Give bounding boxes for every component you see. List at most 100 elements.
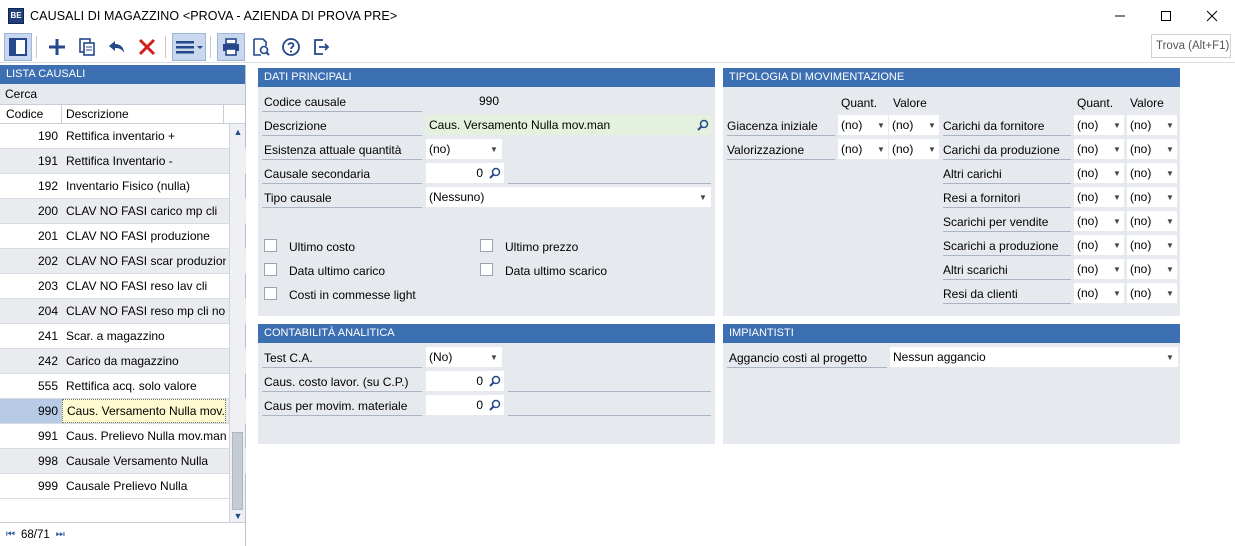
column-header-code[interactable]: Codice — [0, 105, 62, 123]
print-preview-button[interactable] — [247, 33, 275, 61]
find-input[interactable]: Trova (Alt+F1) — [1151, 34, 1231, 58]
quant-select[interactable]: (no) — [838, 139, 874, 159]
chevron-down-icon[interactable]: ▼ — [1110, 139, 1124, 159]
table-row[interactable]: 200 CLAV NO FASI carico mp cli — [0, 199, 246, 224]
descrizione-lookup-button[interactable] — [694, 115, 712, 135]
chevron-down-icon[interactable]: ▼ — [1110, 235, 1124, 255]
chevron-down-icon[interactable]: ▼ — [1163, 211, 1177, 231]
chevron-down-icon[interactable]: ▼ — [1110, 115, 1124, 135]
aggancio-select[interactable]: Nessun aggancio — [890, 347, 1162, 367]
chevron-down-icon[interactable]: ▼ — [1163, 115, 1177, 135]
chevron-down-icon[interactable]: ▼ — [925, 115, 939, 135]
minimize-button[interactable] — [1097, 0, 1143, 31]
chevron-down-icon[interactable]: ▼ — [1110, 187, 1124, 207]
valore-select[interactable]: (no) — [1127, 283, 1163, 303]
chevron-down-icon[interactable]: ▼ — [1163, 235, 1177, 255]
menu-button[interactable] — [172, 32, 206, 61]
chevron-down-icon[interactable]: ▼ — [1163, 283, 1177, 303]
chevron-down-icon[interactable]: ▼ — [874, 139, 888, 159]
chevron-down-icon[interactable]: ▼ — [1110, 211, 1124, 231]
chevron-down-icon[interactable]: ▼ — [1162, 347, 1178, 367]
table-row[interactable]: 555 Rettifica acq. solo valore — [0, 374, 246, 399]
table-row[interactable]: 203 CLAV NO FASI reso lav cli — [0, 274, 246, 299]
chevron-down-icon[interactable]: ▼ — [1110, 283, 1124, 303]
table-row[interactable]: 991 Caus. Prelievo Nulla mov.man — [0, 424, 246, 449]
quant-select[interactable]: (no) — [1074, 163, 1110, 183]
data-ultimo-scarico-checkbox[interactable] — [480, 263, 493, 276]
table-row[interactable]: 999 Causale Prelievo Nulla — [0, 474, 246, 499]
caus-movim-field[interactable]: 0 — [426, 395, 486, 415]
quant-select[interactable]: (no) — [1074, 259, 1110, 279]
table-row[interactable]: 990 Caus. Versamento Nulla mov.... — [0, 399, 246, 424]
valore-select[interactable]: (no) — [889, 115, 925, 135]
ultimo-costo-checkbox[interactable] — [264, 239, 277, 252]
valore-select[interactable]: (no) — [1127, 115, 1163, 135]
table-row[interactable]: 202 CLAV NO FASI scar produzione — [0, 249, 246, 274]
ultimo-prezzo-checkbox[interactable] — [480, 239, 493, 252]
chevron-down-icon[interactable]: ▼ — [1163, 139, 1177, 159]
causale-secondaria-lookup-button[interactable] — [486, 163, 504, 183]
table-row[interactable]: 201 CLAV NO FASI produzione — [0, 224, 246, 249]
valore-select[interactable]: (no) — [1127, 139, 1163, 159]
valore-select[interactable]: (no) — [1127, 163, 1163, 183]
caus-movim-lookup-button[interactable] — [486, 395, 504, 415]
valore-select[interactable]: (no) — [889, 139, 925, 159]
table-row[interactable]: 191 Rettifica Inventario - — [0, 149, 246, 174]
table-row[interactable]: 192 Inventario Fisico (nulla) — [0, 174, 246, 199]
chevron-down-icon[interactable]: ▼ — [1163, 163, 1177, 183]
quant-select[interactable]: (no) — [1074, 187, 1110, 207]
maximize-button[interactable] — [1143, 0, 1189, 31]
data-ultimo-carico-checkbox[interactable] — [264, 263, 277, 276]
caus-costo-lookup-button[interactable] — [486, 371, 504, 391]
close-window-button[interactable] — [1189, 0, 1235, 31]
scroll-up-arrow[interactable]: ▲ — [230, 124, 246, 140]
last-page-icon[interactable]: ⏭ — [56, 529, 65, 540]
duplicate-button[interactable] — [73, 33, 101, 61]
minimize-icon — [1115, 15, 1125, 16]
caus-costo-field[interactable]: 0 — [426, 371, 486, 391]
quant-select[interactable]: (no) — [1074, 139, 1110, 159]
row-description: Rettifica Inventario - — [66, 154, 173, 168]
toggle-list-button[interactable] — [4, 32, 32, 61]
scroll-thumb[interactable] — [232, 432, 243, 510]
list-scrollbar[interactable]: ▲ ▼ — [229, 124, 245, 524]
quant-select[interactable]: (no) — [1074, 115, 1110, 135]
table-row[interactable]: 241 Scar. a magazzino — [0, 324, 246, 349]
causale-secondaria-field[interactable]: 0 — [426, 163, 486, 183]
column-header-description[interactable]: Descrizione — [62, 105, 224, 123]
valore-select[interactable]: (no) — [1127, 187, 1163, 207]
chevron-down-icon[interactable]: ▼ — [925, 139, 939, 159]
quant-select[interactable]: (no) — [1074, 283, 1110, 303]
search-row[interactable]: Cerca — [0, 84, 245, 104]
exit-button[interactable] — [307, 33, 335, 61]
chevron-down-icon[interactable]: ▼ — [486, 347, 502, 367]
descrizione-field[interactable]: Caus. Versamento Nulla mov.man — [426, 115, 694, 135]
table-row[interactable]: 242 Carico da magazzino — [0, 349, 246, 374]
table-row[interactable]: 190 Rettifica inventario + — [0, 124, 246, 149]
delete-button[interactable] — [133, 33, 161, 61]
costi-commesse-checkbox[interactable] — [264, 287, 277, 300]
quant-select[interactable]: (no) — [1074, 235, 1110, 255]
undo-button[interactable] — [103, 33, 131, 61]
tipo-causale-select[interactable]: (Nessuno) — [426, 187, 695, 207]
chevron-down-icon[interactable]: ▼ — [486, 139, 502, 159]
chevron-down-icon[interactable]: ▼ — [695, 187, 711, 207]
new-button[interactable] — [43, 33, 71, 61]
valore-select[interactable]: (no) — [1127, 211, 1163, 231]
valore-select[interactable]: (no) — [1127, 235, 1163, 255]
esistenza-select[interactable]: (no) — [426, 139, 486, 159]
chevron-down-icon[interactable]: ▼ — [1163, 187, 1177, 207]
chevron-down-icon[interactable]: ▼ — [1163, 259, 1177, 279]
chevron-down-icon[interactable]: ▼ — [1110, 163, 1124, 183]
table-row[interactable]: 998 Causale Versamento Nulla — [0, 449, 246, 474]
quant-select[interactable]: (no) — [1074, 211, 1110, 231]
chevron-down-icon[interactable]: ▼ — [874, 115, 888, 135]
help-button[interactable] — [277, 33, 305, 61]
valore-select[interactable]: (no) — [1127, 259, 1163, 279]
chevron-down-icon[interactable]: ▼ — [1110, 259, 1124, 279]
quant-select[interactable]: (no) — [838, 115, 874, 135]
first-page-icon[interactable]: ⏮ — [6, 529, 15, 540]
table-row[interactable]: 204 CLAV NO FASI reso mp cli no la — [0, 299, 246, 324]
test-ca-select[interactable]: (No) — [426, 347, 486, 367]
print-button[interactable] — [217, 32, 245, 61]
